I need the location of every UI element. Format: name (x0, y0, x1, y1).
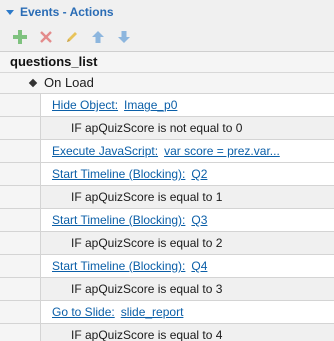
action-target-link[interactable]: Q2 (191, 167, 207, 181)
events-actions-panel: Events - Actions questions_list On Load … (0, 0, 334, 341)
action-row[interactable]: Start Timeline (Blocking): Q4 (0, 254, 334, 277)
row-indent-cell (0, 324, 41, 341)
condition-text: IF apQuizScore is equal to 3 (71, 282, 223, 296)
actions-tree: questions_list On Load Hide Object: Image… (0, 51, 334, 341)
move-down-icon (118, 31, 130, 43)
condition-row[interactable]: IF apQuizScore is equal to 3 (0, 277, 334, 300)
action-row[interactable]: Go to Slide: slide_report (0, 300, 334, 323)
move-up-button[interactable] (90, 29, 106, 45)
condition-text: IF apQuizScore is equal to 4 (71, 328, 223, 341)
actions-toolbar (0, 24, 334, 50)
row-indent-cell (0, 186, 41, 208)
condition-text: IF apQuizScore is not equal to 0 (71, 121, 243, 135)
add-icon (13, 30, 27, 44)
event-label: On Load (44, 75, 94, 90)
add-button[interactable] (12, 29, 28, 45)
event-item-on-load[interactable]: On Load (0, 72, 334, 93)
row-indent-cell (0, 163, 41, 185)
condition-row[interactable]: IF apQuizScore is equal to 4 (0, 323, 334, 341)
panel-title: Events - Actions (20, 5, 114, 19)
action-target-link[interactable]: Image_p0 (124, 98, 177, 112)
collapse-arrow-icon[interactable] (6, 9, 14, 15)
action-name-link[interactable]: Start Timeline (Blocking): (52, 259, 185, 273)
condition-text: IF apQuizScore is equal to 2 (71, 236, 223, 250)
panel-titlebar[interactable]: Events - Actions (0, 0, 334, 24)
action-name-link[interactable]: Execute JavaScript: (52, 144, 158, 158)
action-target-link[interactable]: var score = prez.var... (164, 144, 280, 158)
condition-text: IF apQuizScore is equal to 1 (71, 190, 223, 204)
row-indent-cell (0, 255, 41, 277)
move-down-button[interactable] (116, 29, 132, 45)
action-row[interactable]: Start Timeline (Blocking): Q3 (0, 208, 334, 231)
row-indent-cell (0, 278, 41, 300)
event-diamond-icon (28, 78, 38, 88)
delete-icon (40, 31, 52, 43)
action-name-link[interactable]: Go to Slide: (52, 305, 115, 319)
row-indent-cell (0, 301, 41, 323)
action-name-link[interactable]: Start Timeline (Blocking): (52, 167, 185, 181)
tree-root-item[interactable]: questions_list (0, 52, 334, 72)
delete-button[interactable] (38, 29, 54, 45)
action-row[interactable]: Execute JavaScript: var score = prez.var.… (0, 139, 334, 162)
action-name-link[interactable]: Start Timeline (Blocking): (52, 213, 185, 227)
row-indent-cell (0, 94, 41, 116)
action-row[interactable]: Start Timeline (Blocking): Q2 (0, 162, 334, 185)
condition-row[interactable]: IF apQuizScore is equal to 2 (0, 231, 334, 254)
row-indent-cell (0, 140, 41, 162)
edit-button[interactable] (64, 29, 80, 45)
action-target-link[interactable]: Q3 (191, 213, 207, 227)
action-target-link[interactable]: Q4 (191, 259, 207, 273)
row-indent-cell (0, 117, 41, 139)
action-row[interactable]: Hide Object: Image_p0 (0, 93, 334, 116)
row-indent-cell (0, 232, 41, 254)
action-name-link[interactable]: Hide Object: (52, 98, 118, 112)
action-target-link[interactable]: slide_report (121, 305, 184, 319)
row-indent-cell (0, 209, 41, 231)
edit-icon (67, 32, 77, 42)
move-up-icon (92, 31, 104, 43)
condition-row[interactable]: IF apQuizScore is not equal to 0 (0, 116, 334, 139)
condition-row[interactable]: IF apQuizScore is equal to 1 (0, 185, 334, 208)
